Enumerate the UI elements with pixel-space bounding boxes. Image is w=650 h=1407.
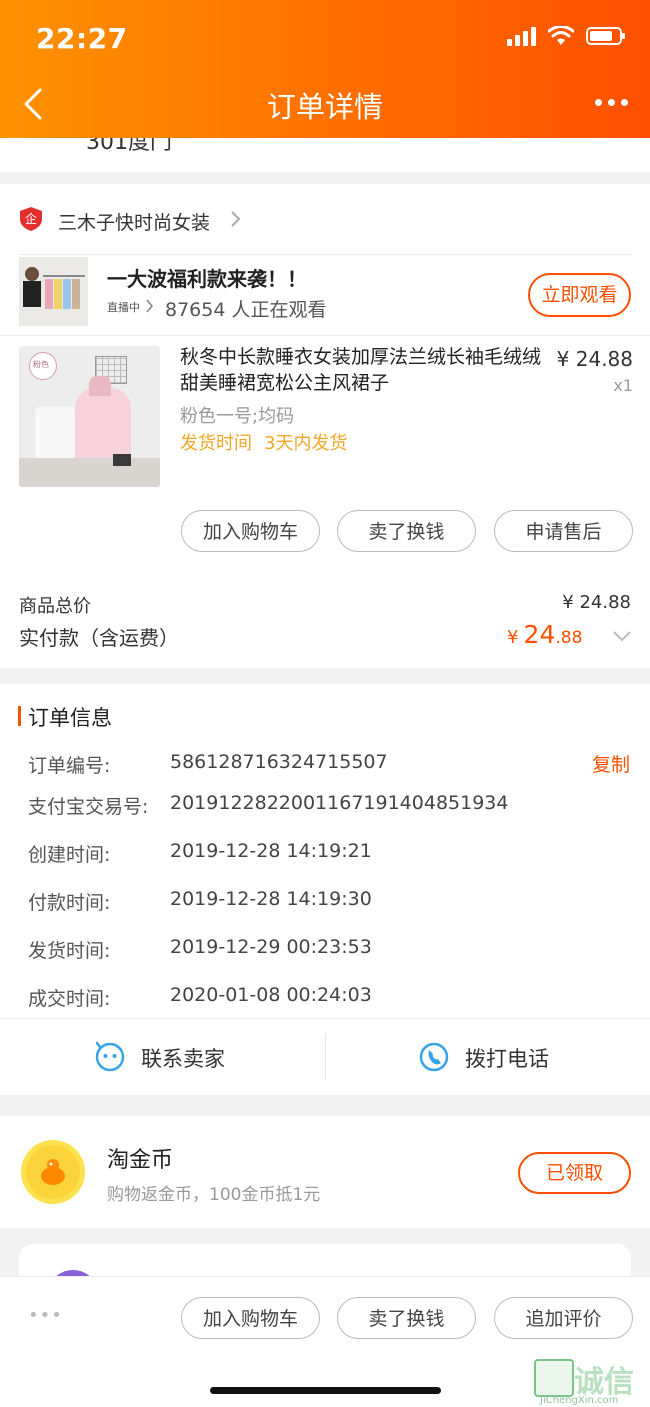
add-review-button[interactable]: 追加评价 bbox=[494, 1297, 633, 1339]
status-time: 22:27 bbox=[36, 22, 128, 55]
chat-bubble-icon bbox=[95, 1041, 125, 1072]
goods-total-label: 商品总价 bbox=[19, 596, 91, 617]
chevron-right-icon bbox=[231, 211, 241, 227]
app-header: 22:27 订单详情 bbox=[0, 0, 650, 138]
copy-button[interactable]: 复制 bbox=[592, 750, 630, 777]
order-item-card: 企 三木子快时尚女装 一大波福利款来袭！！ 直播中 87654 人正在观看 立即… bbox=[0, 184, 650, 668]
divider bbox=[0, 335, 650, 336]
paid-currency: ¥ bbox=[507, 627, 519, 648]
address-card: 301度门 bbox=[0, 138, 650, 172]
add-to-cart-button[interactable]: 加入购物车 bbox=[181, 1297, 320, 1339]
thumb-tag: 粉色 bbox=[33, 360, 49, 369]
paid-int: 24 bbox=[523, 620, 556, 649]
section-accent-bar bbox=[18, 706, 21, 726]
alipay-trade-label: 支付宝交易号: bbox=[28, 796, 149, 818]
deal-time-value: 2020-01-08 00:24:03 bbox=[170, 984, 372, 1006]
shipped-time-label: 发货时间: bbox=[28, 940, 111, 962]
after-sales-button[interactable]: 申请售后 bbox=[494, 510, 633, 552]
live-badge: 直播中 bbox=[107, 301, 140, 314]
add-to-cart-button[interactable]: 加入购物车 bbox=[181, 510, 320, 552]
created-time-label: 创建时间: bbox=[28, 844, 111, 866]
chevron-down-icon[interactable] bbox=[612, 630, 632, 642]
call-phone-button[interactable]: 拨打电话 bbox=[326, 1019, 650, 1095]
deal-time-label: 成交时间: bbox=[28, 988, 111, 1010]
paid-time-label: 付款时间: bbox=[28, 892, 111, 914]
shipped-time-value: 2019-12-29 00:23:53 bbox=[170, 936, 372, 958]
paid-amount: ¥ 24.88 bbox=[507, 620, 582, 649]
svg-text:企: 企 bbox=[25, 211, 37, 226]
order-info-title: 订单信息 bbox=[28, 706, 112, 730]
coins-claimed-button[interactable]: 已领取 bbox=[518, 1152, 631, 1194]
coins-title: 淘金币 bbox=[107, 1148, 174, 1173]
contact-seller-label: 联系卖家 bbox=[141, 1047, 225, 1071]
coins-card: 淘金币 购物返金币，100金币抵1元 已领取 bbox=[0, 1116, 650, 1228]
live-stream-banner[interactable]: 一大波福利款来袭！！ 直播中 87654 人正在观看 立即观看 bbox=[0, 255, 650, 335]
more-menu-button[interactable]: ••• bbox=[28, 1305, 63, 1326]
coins-desc: 购物返金币，100金币抵1元 bbox=[107, 1185, 321, 1205]
product-price: ¥ 24.88 bbox=[556, 347, 633, 371]
shop-badge-icon: 企 bbox=[20, 207, 42, 231]
live-title: 一大波福利款来袭！！ bbox=[107, 267, 307, 291]
address-text: 301度门 bbox=[86, 138, 172, 155]
product-name[interactable]: 秋冬中长款睡衣女装加厚法兰绒长袖毛绒绒甜美睡裙宽松公主风裙子 bbox=[180, 344, 545, 396]
alipay-trade-value: 2019122822001167191404851934 bbox=[170, 792, 509, 814]
more-options-icon[interactable] bbox=[595, 99, 628, 106]
goods-total-value: ¥ 24.88 bbox=[562, 592, 631, 613]
ship-time-value: 3天内发货 bbox=[264, 433, 348, 454]
gold-coin-icon bbox=[21, 1140, 85, 1204]
watermark-sub: JiChengXin.com bbox=[540, 1395, 619, 1406]
status-icons bbox=[507, 26, 625, 46]
watermark-logo bbox=[534, 1359, 574, 1397]
paid-dec: .88 bbox=[555, 628, 583, 648]
wifi-icon bbox=[548, 26, 574, 45]
bottom-action-bar: ••• 加入购物车 卖了换钱 追加评价 诚信 JiChengXin.com bbox=[0, 1276, 650, 1407]
order-number-value: 586128716324715507 bbox=[170, 751, 388, 773]
shop-row[interactable]: 企 三木子快时尚女装 bbox=[0, 184, 650, 254]
live-thumbnail bbox=[19, 257, 88, 326]
cellular-signal-icon bbox=[507, 26, 536, 46]
ship-time-label: 发货时间 bbox=[180, 433, 252, 454]
paid-label: 实付款（含运费） bbox=[19, 626, 179, 650]
product-sku: 粉色一号;均码 bbox=[180, 406, 295, 427]
order-info-card: 订单信息 复制 订单编号: 586128716324715507 支付宝交易号:… bbox=[0, 684, 650, 1095]
live-viewers: 87654 人正在观看 bbox=[165, 299, 327, 321]
resell-button[interactable]: 卖了换钱 bbox=[337, 510, 476, 552]
battery-icon bbox=[586, 27, 625, 45]
resell-button[interactable]: 卖了换钱 bbox=[337, 1297, 476, 1339]
call-phone-label: 拨打电话 bbox=[465, 1047, 549, 1071]
home-indicator bbox=[210, 1387, 441, 1394]
chevron-right-icon bbox=[146, 299, 154, 313]
created-time-value: 2019-12-28 14:19:21 bbox=[170, 840, 372, 862]
order-number-label: 订单编号: bbox=[28, 755, 111, 777]
paid-time-value: 2019-12-28 14:19:30 bbox=[170, 888, 372, 910]
product-thumbnail[interactable]: 粉色 bbox=[19, 346, 160, 487]
page-title: 订单详情 bbox=[266, 90, 383, 124]
contact-seller-button[interactable]: 联系卖家 bbox=[0, 1019, 325, 1095]
phone-icon bbox=[419, 1042, 449, 1072]
product-qty: x1 bbox=[613, 376, 633, 395]
shop-name: 三木子快时尚女装 bbox=[58, 212, 211, 234]
watch-live-button[interactable]: 立即观看 bbox=[528, 273, 631, 317]
